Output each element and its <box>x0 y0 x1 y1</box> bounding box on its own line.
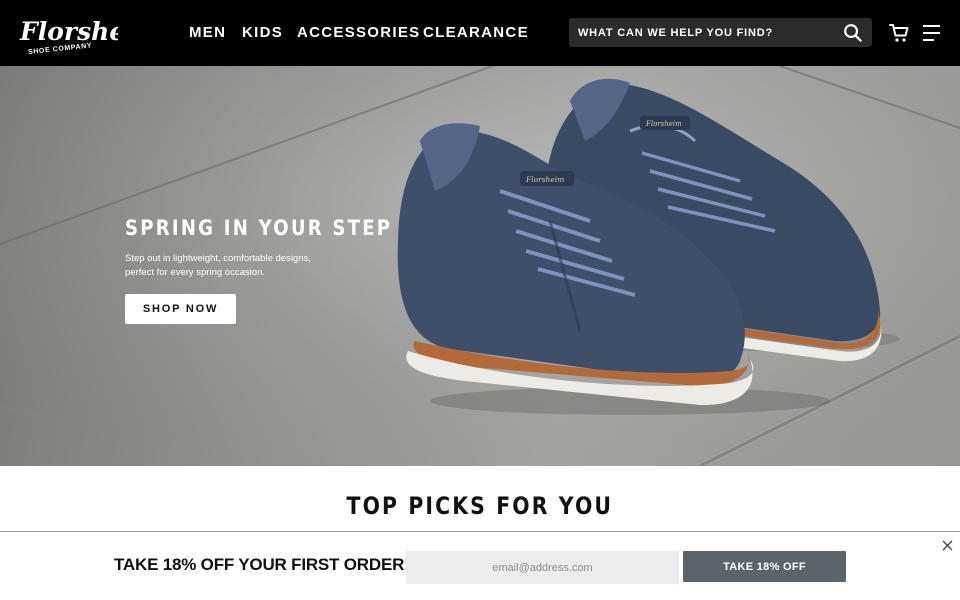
nav-kids[interactable]: KIDS <box>242 24 283 41</box>
svg-text:Florsheim: Florsheim <box>645 120 682 128</box>
take-offer-button[interactable]: TAKE 18% OFF <box>683 551 846 582</box>
section-title-text: TOP PICKS FOR YOU <box>346 492 614 520</box>
nav-clearance[interactable]: CLEARANCE <box>423 24 529 41</box>
promo-banner: TAKE 18% OFF YOUR FIRST ORDER! TAKE 18% … <box>0 531 960 600</box>
logo-wordmark: Florsheim <box>19 17 118 46</box>
hero-shoes-image: Florsheim Florsheim <box>397 78 900 415</box>
email-input[interactable] <box>406 551 679 584</box>
search-bar <box>569 18 872 47</box>
hero-title: SPRING IN YOUR STEP <box>125 216 393 240</box>
close-icon[interactable] <box>942 540 953 551</box>
nav-accessories[interactable]: ACCESSORIES <box>297 24 421 41</box>
section-title: TOP PICKS FOR YOU <box>0 492 960 520</box>
search-input[interactable] <box>569 18 829 47</box>
search-icon[interactable] <box>843 23 862 42</box>
promo-text: TAKE 18% OFF YOUR FIRST ORDER! <box>114 555 410 574</box>
hero-banner: SPRING IN YOUR STEP Step out in lightwei… <box>0 66 960 466</box>
hero-subtitle: Step out in lightweight, comfortable des… <box>125 253 311 278</box>
shop-now-button[interactable]: SHOP NOW <box>125 294 236 324</box>
menu-icon[interactable] <box>922 24 941 42</box>
nav-men[interactable]: MEN <box>189 24 226 41</box>
svg-text:Florsheim: Florsheim <box>525 175 564 184</box>
site-header: Florsheim SHOE COMPANY MEN KIDS ACCESSOR… <box>0 0 960 66</box>
cart-icon[interactable] <box>889 23 909 43</box>
florsheim-logo[interactable]: Florsheim SHOE COMPANY <box>18 10 118 56</box>
